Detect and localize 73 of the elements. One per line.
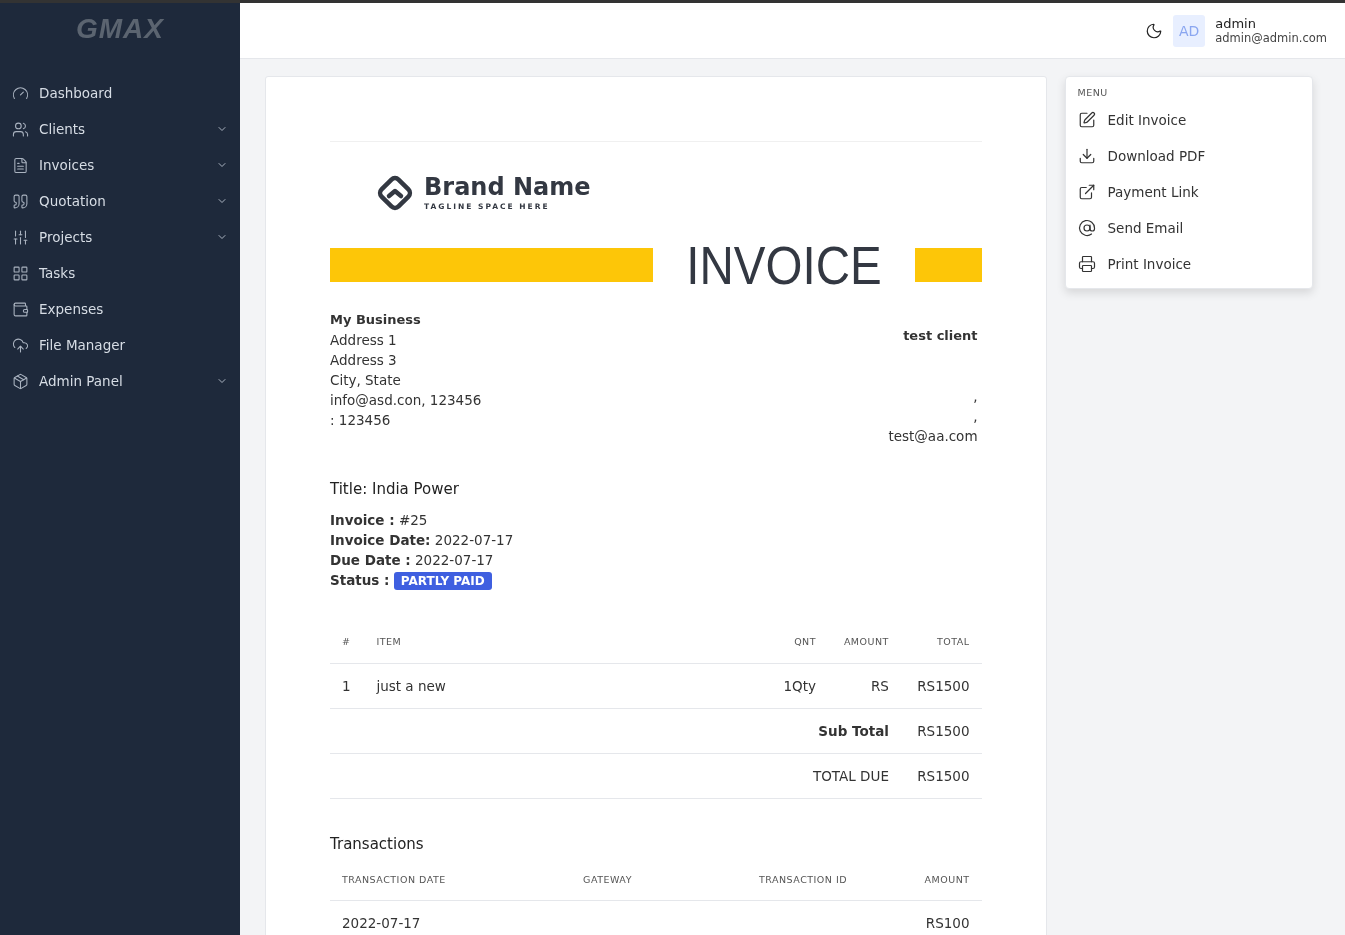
transactions-title: Transactions <box>330 834 425 853</box>
moon-icon[interactable] <box>1145 21 1164 40</box>
client-detail: , <box>973 407 978 426</box>
business-detail: info@asd.con, 123456 <box>330 391 482 410</box>
menu-item[interactable]: Edit Invoice <box>1065 102 1312 138</box>
status-label: Status : <box>330 572 390 588</box>
nav-item[interactable]: Quotation <box>0 183 240 219</box>
table-cell: RS1500 <box>900 663 982 708</box>
document-icon <box>12 156 29 174</box>
printer-icon <box>1077 255 1096 273</box>
column-header: TRANSACTION ID <box>746 858 904 901</box>
invoice-field: Due Date : 2022-07-17 <box>330 550 982 570</box>
download-icon <box>1077 147 1096 165</box>
summary-value: RS1500 <box>900 708 982 753</box>
nav-item[interactable]: Dashboard <box>0 75 240 111</box>
invoice-field: Invoice : #25 <box>330 510 982 530</box>
quote-icon <box>12 192 29 210</box>
nav-item[interactable]: File Manager <box>0 327 240 363</box>
column-header: QNT <box>768 621 828 663</box>
client-detail: test@aa.com <box>888 427 978 446</box>
nav-item[interactable]: Projects <box>0 219 240 255</box>
menu-title: MENU <box>1076 87 1109 100</box>
invoice-heading: INVOICE <box>685 238 882 292</box>
status-badge: PARTLY PAID <box>393 572 492 590</box>
table-cell: 1Qty <box>768 663 828 708</box>
business-detail: : 123456 <box>330 411 391 430</box>
nav-item[interactable]: Clients <box>0 111 240 147</box>
banner-bar <box>914 248 982 282</box>
table-cell: 1 <box>330 663 365 708</box>
client-name: test client <box>903 327 978 345</box>
table-cell: RS100 <box>903 900 982 935</box>
gauge-icon <box>12 84 29 102</box>
wallet-icon <box>12 300 29 318</box>
nav-item[interactable]: Invoices <box>0 147 240 183</box>
menu-item[interactable]: Payment Link <box>1065 174 1312 210</box>
column-header: # <box>330 621 365 663</box>
invoice-title: Title: India Power <box>330 480 460 498</box>
business-name: My Business <box>330 311 421 329</box>
table-cell: just a new <box>364 663 769 708</box>
summary-label: TOTAL DUE <box>330 753 901 798</box>
summary-value: RS1500 <box>900 753 982 798</box>
table-cell: RS <box>828 663 901 708</box>
business-detail: Address 1 <box>330 331 397 350</box>
user-name: admin <box>1215 16 1257 31</box>
sliders-icon <box>12 228 29 246</box>
menu-item[interactable]: Print Invoice <box>1065 246 1312 282</box>
grid-icon <box>12 264 29 282</box>
business-detail: City, State <box>330 371 401 390</box>
nav-item[interactable]: Tasks <box>0 255 240 291</box>
external-link-icon <box>1077 183 1096 201</box>
users-icon <box>12 120 29 138</box>
box-icon <box>12 372 29 390</box>
column-header: AMOUNT <box>828 621 901 663</box>
edit-icon <box>1077 111 1096 129</box>
column-header: AMOUNT <box>903 858 982 901</box>
column-header: TOTAL <box>900 621 982 663</box>
table-cell: 2022-07-17 <box>330 900 572 935</box>
nav-item[interactable]: Admin Panel <box>0 363 240 399</box>
business-detail: Address 3 <box>330 351 397 370</box>
nav-item[interactable]: Expenses <box>0 291 240 327</box>
brand-name: Brand Name <box>424 175 591 199</box>
column-header: TRANSACTION DATE <box>330 858 572 901</box>
at-sign-icon <box>1077 219 1096 237</box>
user-email: admin@admin.com <box>1215 31 1327 45</box>
menu-item[interactable]: Download PDF <box>1065 138 1312 174</box>
column-header: ITEM <box>364 621 769 663</box>
summary-label: Sub Total <box>330 708 901 753</box>
invoice-field: Invoice Date: 2022-07-17 <box>330 530 982 550</box>
client-detail: , <box>973 387 978 406</box>
cloud-upload-icon <box>12 336 29 354</box>
logo: GMAX <box>75 12 165 46</box>
menu-item[interactable]: Send Email <box>1065 210 1312 246</box>
column-header: GATEWAY <box>571 858 747 901</box>
